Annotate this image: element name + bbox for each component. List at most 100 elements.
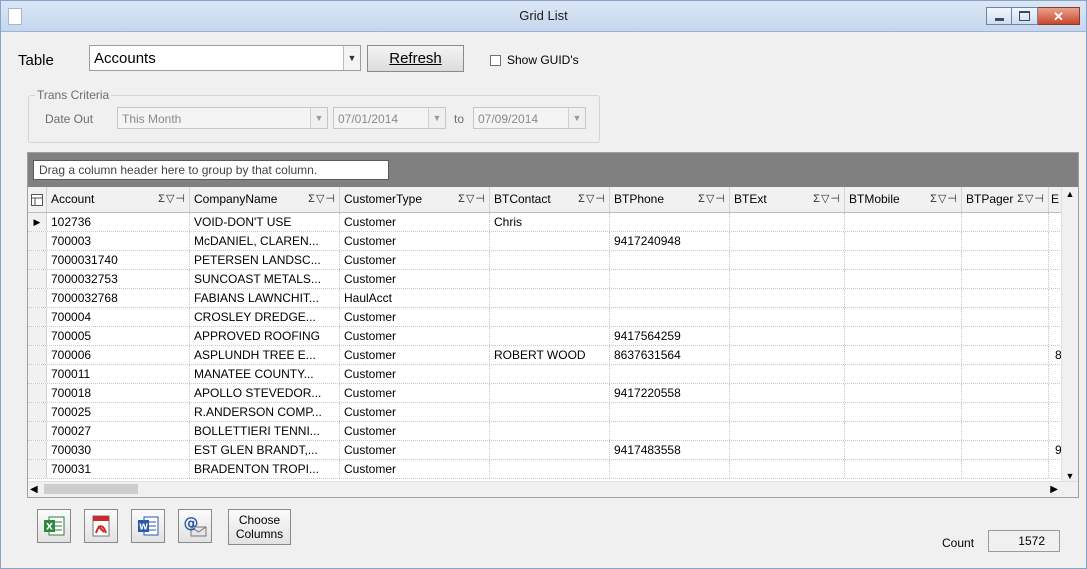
cell-bt-phone[interactable] — [610, 422, 730, 440]
cell-bt-phone[interactable]: 9417564259 — [610, 327, 730, 345]
row-selector[interactable] — [28, 232, 47, 250]
cell-account[interactable]: 7000031740 — [47, 251, 190, 269]
cell-bt-contact[interactable]: ROBERT WOOD — [490, 346, 610, 364]
row-selector[interactable] — [28, 346, 47, 364]
cell-bt-contact[interactable] — [490, 232, 610, 250]
cell-bt-contact[interactable] — [490, 327, 610, 345]
cell-company-name[interactable]: FABIANS LAWNCHIT... — [190, 289, 340, 307]
sigma-filter-pin-icon[interactable]: Σ▽⊣ — [1017, 187, 1045, 212]
email-button[interactable]: @ — [178, 509, 212, 543]
cell-customer-type[interactable]: Customer — [340, 308, 490, 326]
sigma-filter-pin-icon[interactable]: Σ▽⊣ — [308, 187, 336, 212]
cell-bt-phone[interactable] — [610, 308, 730, 326]
row-selector[interactable] — [28, 384, 47, 402]
cell-bt-mobile[interactable] — [845, 270, 962, 288]
cell-company-name[interactable]: McDANIEL, CLAREN... — [190, 232, 340, 250]
chevron-down-icon[interactable]: ▼ — [343, 46, 360, 70]
table-row[interactable]: 700005 APPROVED ROOFING Customer 9417564259 — [28, 327, 1062, 346]
cell-account[interactable]: 700027 — [47, 422, 190, 440]
cell-bt-ext[interactable] — [730, 327, 845, 345]
column-header-btcontact[interactable]: BTContact Σ▽⊣ — [490, 187, 610, 212]
sigma-filter-pin-icon[interactable]: Σ▽⊣ — [930, 187, 958, 212]
close-button[interactable]: ✕ — [1038, 7, 1080, 25]
accounts-grid[interactable]: Drag a column header here to group by th… — [27, 152, 1079, 498]
cell-bt-ext[interactable] — [730, 232, 845, 250]
cell-bt-contact[interactable] — [490, 384, 610, 402]
cell-bt-pager[interactable] — [962, 422, 1049, 440]
table-select[interactable]: Accounts ▼ — [89, 45, 361, 71]
minimize-button[interactable] — [986, 7, 1012, 25]
from-date-picker[interactable]: 07/01/2014 ▼ — [333, 107, 446, 129]
cell-bt-mobile[interactable] — [845, 308, 962, 326]
cell-bt-pager[interactable] — [962, 441, 1049, 459]
cell-bt-pager[interactable] — [962, 308, 1049, 326]
row-selector[interactable] — [28, 460, 47, 478]
cell-bt-pager[interactable] — [962, 346, 1049, 364]
cell-account[interactable]: 102736 — [47, 213, 190, 231]
cell-customer-type[interactable]: Customer — [340, 384, 490, 402]
cell-bt-phone[interactable] — [610, 403, 730, 421]
cell-bt-ext[interactable] — [730, 441, 845, 459]
cell-bt-phone[interactable]: 9417220558 — [610, 384, 730, 402]
cell-account[interactable]: 700031 — [47, 460, 190, 478]
cell-bt-pager[interactable] — [962, 403, 1049, 421]
row-selector[interactable] — [28, 327, 47, 345]
cell-account[interactable]: 700011 — [47, 365, 190, 383]
cell-company-name[interactable]: CROSLEY DREDGE... — [190, 308, 340, 326]
cell-account[interactable]: 700018 — [47, 384, 190, 402]
cell-bt-ext[interactable] — [730, 403, 845, 421]
cell-company-name[interactable]: EST GLEN BRANDT,... — [190, 441, 340, 459]
table-row[interactable]: 700030 EST GLEN BRANDT,... Customer 9417483… — [28, 441, 1062, 460]
export-word-button[interactable]: W — [131, 509, 165, 543]
cell-bt-contact[interactable] — [490, 289, 610, 307]
cell-bt-contact[interactable] — [490, 365, 610, 383]
cell-customer-type[interactable]: Customer — [340, 251, 490, 269]
cell-account[interactable]: 700006 — [47, 346, 190, 364]
column-header-companyname[interactable]: CompanyName Σ▽⊣ — [190, 187, 340, 212]
chevron-down-icon[interactable]: ▼ — [310, 108, 327, 128]
cell-bt-contact[interactable] — [490, 460, 610, 478]
cell-company-name[interactable]: R.ANDERSON COMP... — [190, 403, 340, 421]
scroll-right-icon[interactable]: ▶ — [1050, 482, 1058, 497]
cell-bt-pager[interactable] — [962, 213, 1049, 231]
cell-customer-type[interactable]: Customer — [340, 460, 490, 478]
row-selector[interactable] — [28, 365, 47, 383]
row-selector[interactable] — [28, 270, 47, 288]
to-date-picker[interactable]: 07/09/2014 ▼ — [473, 107, 586, 129]
table-row[interactable]: 700006 ASPLUNDH TREE E... Customer ROBERT W… — [28, 346, 1062, 365]
cell-bt-pager[interactable] — [962, 365, 1049, 383]
table-row[interactable]: 7000031740 PETERSEN LANDSC... Customer — [28, 251, 1062, 270]
cell-company-name[interactable]: MANATEE COUNTY... — [190, 365, 340, 383]
cell-company-name[interactable]: ASPLUNDH TREE E... — [190, 346, 340, 364]
cell-customer-type[interactable]: Customer — [340, 346, 490, 364]
cell-bt-phone[interactable]: 9417240948 — [610, 232, 730, 250]
cell-bt-pager[interactable] — [962, 270, 1049, 288]
cell-customer-type[interactable]: Customer — [340, 327, 490, 345]
cell-bt-ext[interactable] — [730, 346, 845, 364]
cell-customer-type[interactable]: Customer — [340, 232, 490, 250]
column-header-btphone[interactable]: BTPhone Σ▽⊣ — [610, 187, 730, 212]
cell-account[interactable]: 700030 — [47, 441, 190, 459]
column-header-btmobile[interactable]: BTMobile Σ▽⊣ — [845, 187, 962, 212]
cell-bt-mobile[interactable] — [845, 384, 962, 402]
cell-bt-ext[interactable] — [730, 422, 845, 440]
row-selector[interactable] — [28, 441, 47, 459]
cell-bt-mobile[interactable] — [845, 365, 962, 383]
cell-bt-phone[interactable]: 8637631564 — [610, 346, 730, 364]
vertical-scrollbar[interactable]: ▲ ▼ — [1061, 187, 1078, 483]
cell-bt-pager[interactable] — [962, 251, 1049, 269]
export-excel-button[interactable]: X — [37, 509, 71, 543]
table-row[interactable]: 7000032753 SUNCOAST METALS... Customer — [28, 270, 1062, 289]
cell-customer-type[interactable]: HaulAcct — [340, 289, 490, 307]
maximize-button[interactable] — [1012, 7, 1038, 25]
cell-bt-ext[interactable] — [730, 365, 845, 383]
cell-customer-type[interactable]: Customer — [340, 213, 490, 231]
table-row[interactable]: 7000032768 FABIANS LAWNCHIT... HaulAcct — [28, 289, 1062, 308]
cell-bt-ext[interactable] — [730, 251, 845, 269]
cell-bt-mobile[interactable] — [845, 251, 962, 269]
cell-account[interactable]: 700003 — [47, 232, 190, 250]
cell-bt-mobile[interactable] — [845, 422, 962, 440]
cell-bt-ext[interactable] — [730, 213, 845, 231]
cell-bt-phone[interactable] — [610, 270, 730, 288]
cell-account[interactable]: 7000032768 — [47, 289, 190, 307]
